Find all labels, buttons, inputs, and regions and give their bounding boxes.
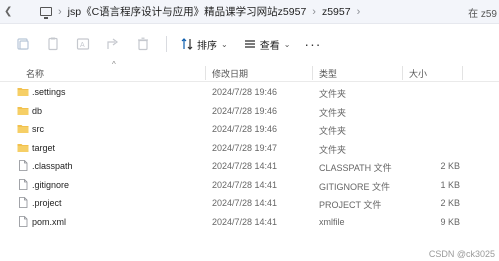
file-icon	[19, 160, 28, 171]
column-header: ^ 名称 修改日期 类型 大小	[0, 60, 499, 82]
column-divider[interactable]	[402, 66, 403, 80]
file-row[interactable]: pom.xml 2024/7/28 14:41 xmlfile 9 KB	[0, 213, 499, 232]
file-date: 2024/7/28 19:47	[212, 142, 278, 153]
file-type: PROJECT 文件	[319, 200, 382, 210]
file-row[interactable]: db 2024/7/28 19:46 文件夹	[0, 102, 499, 121]
folder-icon	[17, 143, 29, 152]
watermark: CSDN @ck3025	[428, 249, 495, 259]
column-size-header[interactable]: 大小	[409, 67, 427, 80]
this-pc-icon[interactable]	[40, 7, 52, 19]
chevron-right-icon: ›	[312, 5, 316, 18]
file-icon	[19, 178, 28, 190]
copy-icon[interactable]	[46, 37, 60, 51]
file-row[interactable]: src 2024/7/28 19:46 文件夹	[0, 120, 499, 139]
file-row[interactable]: .project 2024/7/28 14:41 PROJECT 文件 2 KB	[0, 194, 499, 213]
file-row[interactable]: target 2024/7/28 19:47 文件夹	[0, 139, 499, 158]
file-row[interactable]: .classpath 2024/7/28 14:41 CLASSPATH 文件 …	[0, 157, 499, 176]
file-row[interactable]: .settings 2024/7/28 19:46 文件夹	[0, 83, 499, 102]
file-name: .settings	[32, 87, 66, 97]
folder-icon	[17, 106, 29, 115]
file-name: pom.xml	[32, 216, 67, 227]
file-date: 2024/7/28 14:41	[212, 161, 278, 171]
rename-icon[interactable]: A	[76, 37, 90, 51]
cut-icon[interactable]	[16, 37, 30, 51]
file-date: 2024/7/28 19:46	[212, 105, 278, 116]
file-date: 2024/7/28 14:41	[212, 179, 278, 190]
breadcrumb-current-folder[interactable]: z5957	[322, 6, 351, 18]
sort-button[interactable]: 排序 ⌄	[181, 37, 228, 52]
file-name: .classpath	[32, 161, 73, 171]
file-type: 文件夹	[319, 107, 347, 118]
svg-text:A: A	[80, 42, 85, 49]
chevron-right-icon: ›	[58, 5, 62, 18]
folder-icon	[17, 88, 29, 96]
xml-file-icon	[19, 215, 28, 227]
more-options-button[interactable]: ···	[304, 36, 321, 52]
file-name: .project	[32, 198, 62, 208]
search-box[interactable]: 在 z59	[468, 5, 497, 20]
column-divider[interactable]	[462, 66, 463, 80]
file-type: 文件夹	[319, 126, 347, 136]
file-date: 2024/7/28 19:46	[212, 87, 278, 97]
file-size: 2 KB	[440, 198, 460, 208]
file-list: .settings 2024/7/28 19:46 文件夹 db 2024/7/…	[0, 83, 499, 231]
file-size: 2 KB	[440, 161, 460, 171]
file-icon	[19, 197, 28, 208]
column-divider[interactable]	[205, 66, 206, 80]
view-label: 查看	[259, 40, 280, 52]
file-name: .gitignore	[32, 179, 70, 190]
folder-icon	[17, 125, 29, 133]
file-size: 1 KB	[440, 179, 460, 190]
delete-icon[interactable]	[136, 37, 150, 51]
column-type-header[interactable]: 类型	[319, 67, 337, 80]
file-name: db	[32, 105, 43, 116]
file-type: GITIGNORE 文件	[319, 181, 391, 192]
chevron-right-icon[interactable]: ›	[351, 6, 367, 18]
sort-indicator-icon: ^	[112, 60, 116, 69]
chevron-down-icon: ⌄	[221, 39, 228, 49]
sort-icon	[181, 38, 193, 50]
chevron-down-icon: ⌄	[283, 39, 291, 49]
file-type: CLASSPATH 文件	[319, 163, 392, 173]
sort-label: 排序	[197, 40, 217, 52]
back-arrow-icon[interactable]: ❮	[4, 6, 12, 17]
column-date-header[interactable]: 修改日期	[212, 67, 248, 80]
file-type: 文件夹	[319, 144, 347, 155]
file-type: xmlfile	[319, 216, 345, 227]
view-icon	[244, 40, 255, 48]
file-row[interactable]: .gitignore 2024/7/28 14:41 GITIGNORE 文件 …	[0, 176, 499, 195]
share-icon[interactable]	[106, 37, 120, 51]
file-name: src	[32, 124, 44, 134]
toolbar-divider	[166, 36, 167, 52]
breadcrumb-project-folder[interactable]: jsp《C语言程序设计与应用》精品课学习网站z5957	[68, 4, 307, 19]
column-divider[interactable]	[312, 66, 313, 80]
view-button[interactable]: 查看 ⌄	[244, 37, 291, 52]
address-bar[interactable]: ❮ › jsp《C语言程序设计与应用》精品课学习网站z5957 › z5957 …	[0, 0, 499, 24]
file-type: 文件夹	[319, 89, 347, 99]
file-size: 9 KB	[440, 216, 460, 227]
file-date: 2024/7/28 14:41	[212, 216, 278, 227]
file-name: target	[32, 142, 56, 153]
command-bar: A 排序 ⌄ 查看 ⌄ ···	[0, 26, 499, 62]
column-name-header[interactable]: 名称	[26, 67, 44, 80]
file-date: 2024/7/28 19:46	[212, 124, 278, 134]
file-date: 2024/7/28 14:41	[212, 198, 278, 208]
